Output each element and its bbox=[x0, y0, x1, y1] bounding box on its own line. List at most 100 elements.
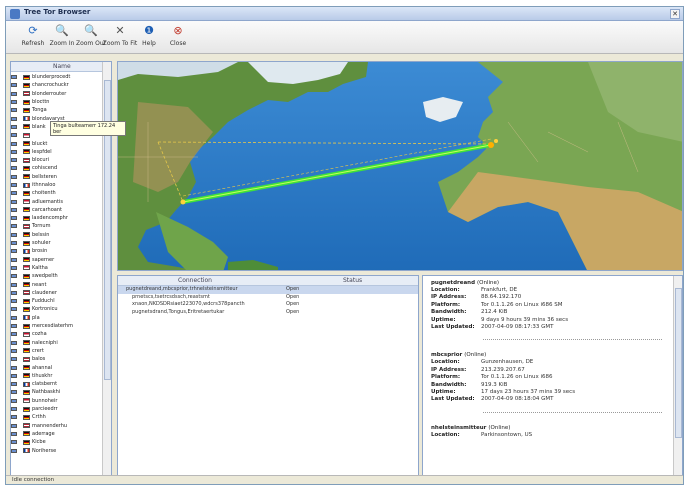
router-list-item[interactable]: blonderrouter bbox=[11, 90, 103, 98]
router-status-icon bbox=[11, 382, 17, 387]
detail-value: 88.64.192.170 bbox=[481, 294, 522, 301]
router-status-icon bbox=[11, 249, 17, 254]
router-list-item[interactable]: belssin bbox=[11, 231, 103, 239]
router-list-item[interactable]: Kortronicu bbox=[11, 305, 103, 313]
router-list-item[interactable]: nalecniphi bbox=[11, 339, 103, 347]
router-list-item[interactable]: aderrage bbox=[11, 430, 103, 438]
detail-row: Location: Frankfurt, DE bbox=[431, 287, 674, 294]
router-list-item[interactable]: bluckt bbox=[11, 139, 103, 147]
router-list-item[interactable]: balos bbox=[11, 355, 103, 363]
connection-column-header[interactable]: Connection bbox=[178, 277, 212, 284]
router-list-item[interactable]: tihuskhr bbox=[11, 372, 103, 380]
router-detail-block: nhelsteinsmitteur (Online) Location: Parkin… bbox=[423, 421, 682, 439]
router-list-item[interactable]: lespfdel bbox=[11, 148, 103, 156]
router-list-item[interactable]: neant bbox=[11, 280, 103, 288]
country-flag-icon bbox=[23, 306, 30, 312]
connection-status: Open bbox=[286, 301, 300, 307]
router-detail-name: nhelsteinsmitteur bbox=[431, 424, 487, 431]
country-flag-icon bbox=[23, 398, 30, 404]
connection-row[interactable]: prnetscs,tsetrcsdssch,reastsmt Open bbox=[118, 294, 418, 302]
scrollbar-thumb[interactable] bbox=[675, 288, 682, 438]
router-list-item[interactable]: Fudduchl bbox=[11, 297, 103, 305]
detail-key: Location: bbox=[431, 287, 460, 293]
name-column-header[interactable]: Name bbox=[53, 63, 71, 70]
router-list-item[interactable]: mercesdiaterhm bbox=[11, 322, 103, 330]
router-list-item[interactable]: bunnoheir bbox=[11, 397, 103, 405]
router-status-icon bbox=[11, 431, 17, 436]
detail-value: 9 days 9 hours 39 mins 36 secs bbox=[481, 316, 569, 323]
router-name: lespfdel bbox=[32, 148, 52, 155]
router-status-icon bbox=[11, 158, 17, 163]
router-name: Crthh bbox=[32, 414, 46, 421]
router-list-item[interactable]: cohiscend bbox=[11, 164, 103, 172]
router-name: blocttn bbox=[32, 99, 50, 106]
router-detail-title: mbcsprior (Online) bbox=[431, 351, 674, 359]
router-name: claudener bbox=[32, 289, 57, 296]
country-flag-icon bbox=[23, 207, 30, 213]
router-list-item[interactable]: blocuri bbox=[11, 156, 103, 164]
detail-key: Platform: bbox=[431, 301, 461, 308]
details-scrollbar[interactable] bbox=[673, 276, 682, 481]
router-detail-name: mbcsprior bbox=[431, 352, 463, 359]
router-status-icon bbox=[11, 348, 17, 353]
zoom-out-icon: 🔍 bbox=[84, 24, 98, 37]
router-status-icon bbox=[11, 407, 17, 412]
router-name: ithnnaloo bbox=[32, 182, 56, 188]
country-flag-icon bbox=[23, 356, 30, 362]
router-name: adluemantis bbox=[32, 198, 63, 205]
router-list-item[interactable]: saperner bbox=[11, 256, 103, 264]
router-list-item[interactable]: ahannal bbox=[11, 363, 103, 371]
connection-row[interactable]: pugnetsdrand,Tongus,Eritretaertukar Open bbox=[118, 309, 418, 317]
router-list-item[interactable]: Kaltha bbox=[11, 264, 103, 272]
router-list-item[interactable]: bellsteren bbox=[11, 173, 103, 181]
router-list-item[interactable]: chancrochuckr bbox=[11, 81, 103, 89]
refresh-icon: ⟳ bbox=[28, 24, 38, 37]
router-list-item[interactable]: blunderprocedt bbox=[11, 73, 103, 81]
router-status-icon bbox=[11, 324, 17, 329]
window-close-button[interactable]: ✕ bbox=[670, 9, 680, 19]
router-status-icon bbox=[11, 390, 17, 395]
router-list-item[interactable]: cozha bbox=[11, 330, 103, 338]
router-list-item[interactable]: parcieedrr bbox=[11, 405, 103, 413]
router-list-item[interactable]: crert bbox=[11, 347, 103, 355]
connection-row[interactable]: pugnetdreand,mbcsprior,trhnelsteinsmitte… bbox=[118, 286, 418, 294]
country-flag-icon bbox=[23, 165, 30, 171]
router-list-item[interactable]: mannenderhu bbox=[11, 421, 103, 429]
country-flag-icon bbox=[23, 223, 30, 229]
router-list-item[interactable]: Tonga bbox=[11, 106, 103, 114]
router-list-item[interactable]: adluemantis bbox=[11, 197, 103, 205]
router-status-icon bbox=[11, 265, 17, 270]
router-name: chancrochuckr bbox=[32, 82, 69, 89]
detail-row: IP Address: 213.239.207.67 bbox=[431, 367, 674, 374]
router-list-item[interactable]: Noriherse bbox=[11, 446, 103, 454]
detail-value: Tor 0.1.1.26 on Linux i686 SM bbox=[481, 301, 563, 308]
country-flag-icon bbox=[23, 182, 30, 188]
router-list-item[interactable]: sohuler bbox=[11, 239, 103, 247]
country-flag-icon bbox=[23, 157, 30, 163]
router-name: brosin bbox=[32, 248, 48, 255]
status-column-header[interactable]: Status bbox=[343, 277, 362, 284]
router-list-item[interactable]: laxdencomphr bbox=[11, 214, 103, 222]
world-map[interactable] bbox=[117, 61, 683, 271]
router-list-item[interactable]: Tornum bbox=[11, 222, 103, 230]
country-flag-icon bbox=[23, 448, 30, 453]
router-list-item[interactable]: blocttn bbox=[11, 98, 103, 106]
router-list-item[interactable]: brosin bbox=[11, 247, 103, 255]
router-list-item[interactable]: choitenth bbox=[11, 189, 103, 197]
router-list-item[interactable]: carcarhoant bbox=[11, 206, 103, 214]
country-flag-icon bbox=[23, 381, 30, 387]
router-status-icon bbox=[11, 199, 17, 204]
router-list-item[interactable]: ithnnaloo bbox=[11, 181, 103, 189]
router-list-item[interactable]: pla bbox=[11, 314, 103, 322]
router-list-item[interactable]: Kicbe bbox=[11, 438, 103, 446]
router-list-item[interactable]: swedpelth bbox=[11, 272, 103, 280]
connection-row[interactable]: xnaon,NKDSDRsiaet223070,wdcrs378pancth Op… bbox=[118, 301, 418, 309]
country-flag-icon bbox=[23, 282, 30, 288]
router-name: clatsbernt bbox=[32, 381, 58, 388]
router-list-item[interactable]: clatsbernt bbox=[11, 380, 103, 388]
detail-key: IP Address: bbox=[431, 294, 467, 301]
close-button[interactable]: ⊗ Close bbox=[157, 24, 199, 52]
router-list-item[interactable]: Crthh bbox=[11, 413, 103, 421]
router-list-item[interactable]: claudener bbox=[11, 289, 103, 297]
router-list-item[interactable]: Nathbaskhi bbox=[11, 388, 103, 396]
